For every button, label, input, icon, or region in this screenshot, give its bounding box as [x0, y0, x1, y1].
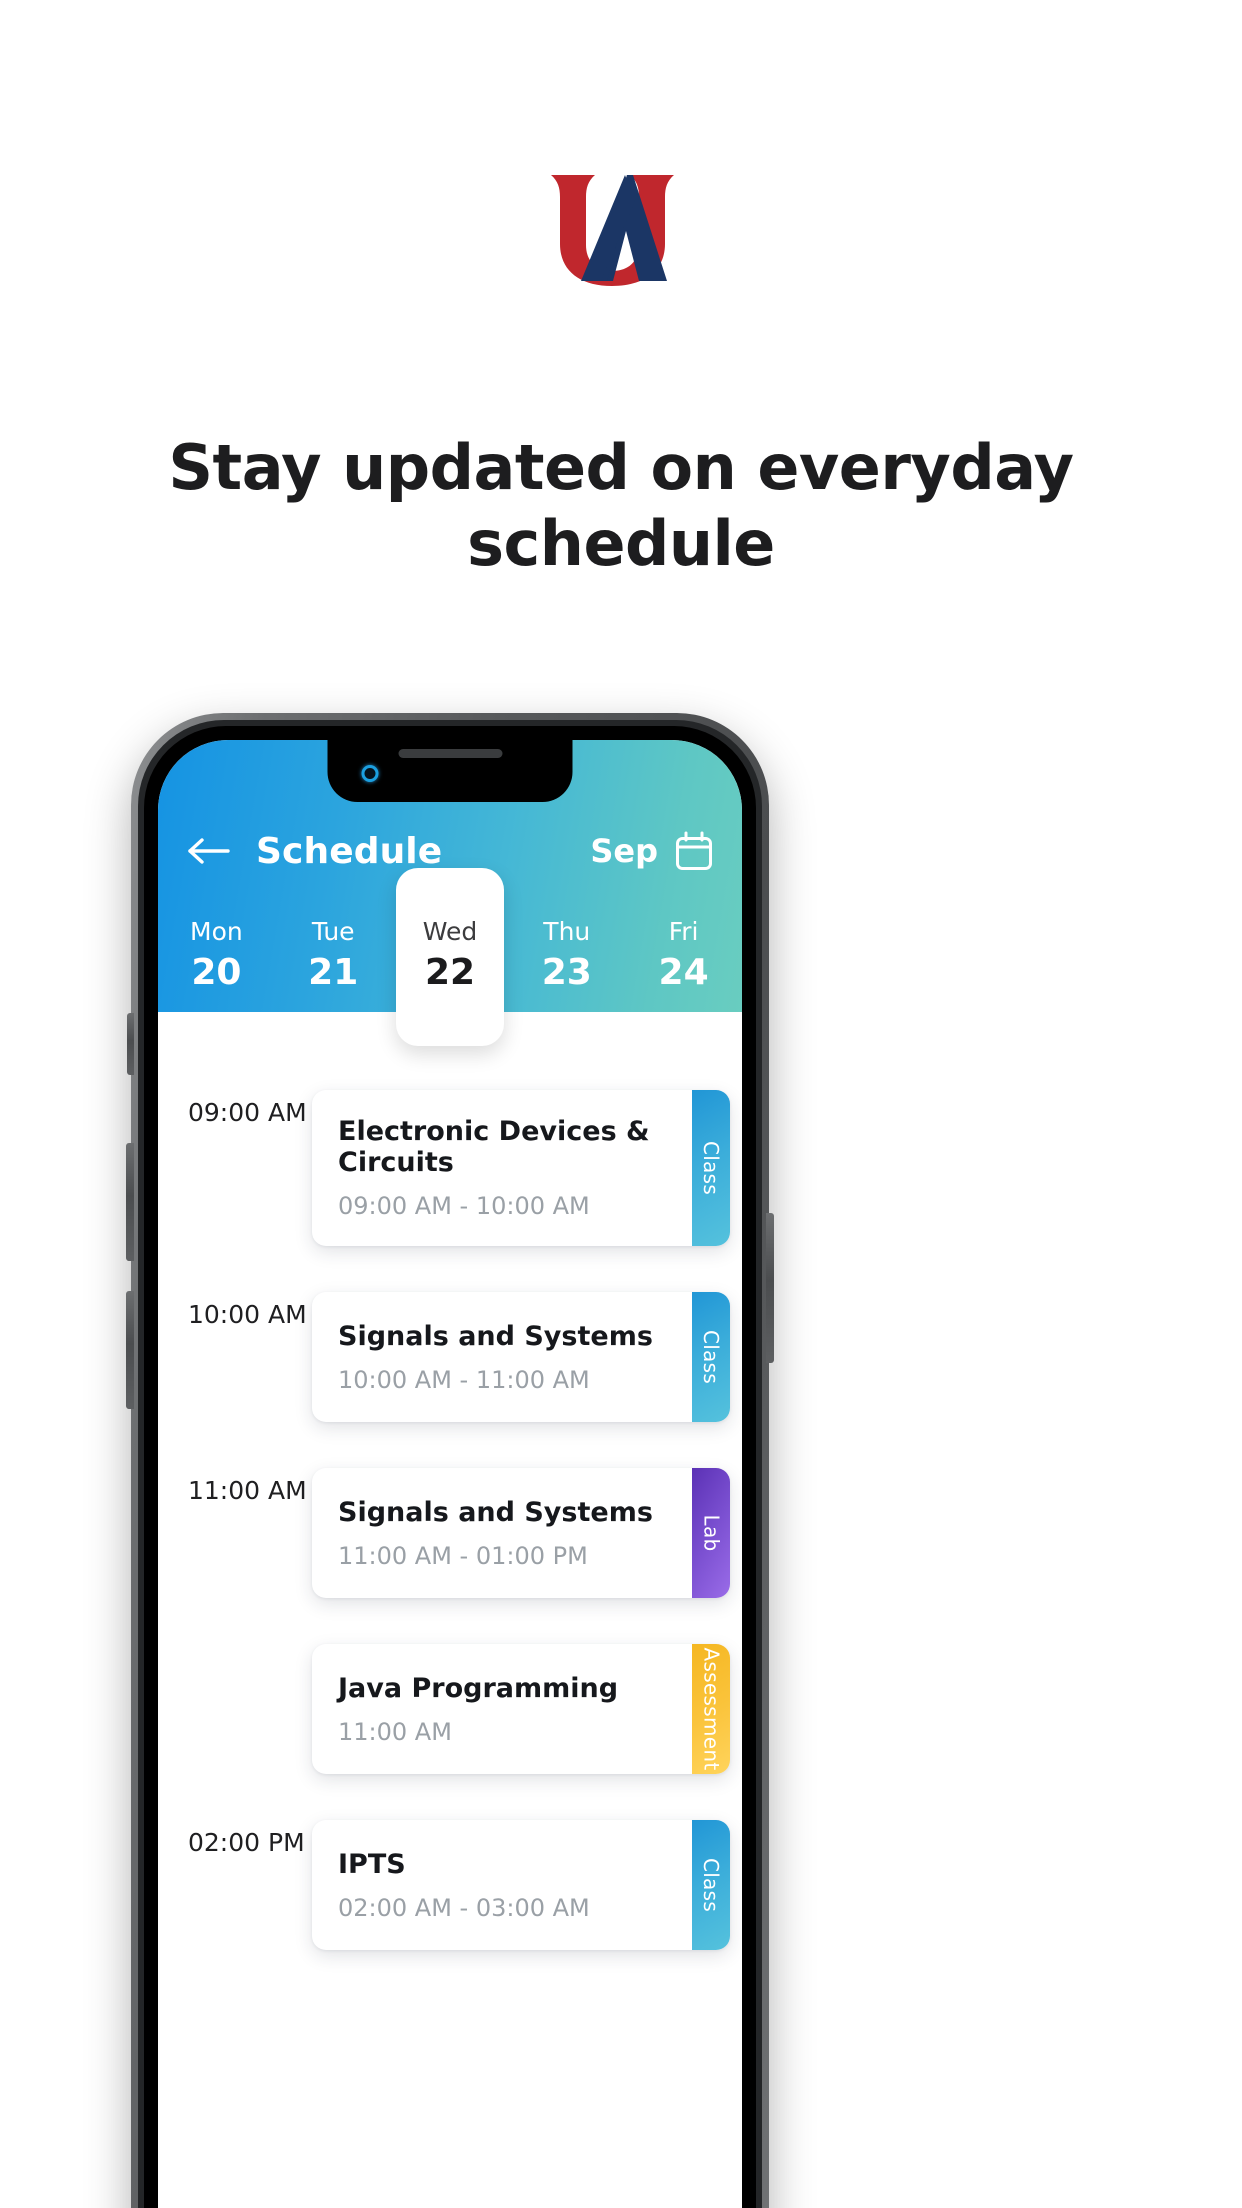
day-number: 20	[191, 952, 242, 993]
card-subtitle: 10:00 AM - 11:00 AM	[338, 1365, 590, 1394]
arrow-left-icon	[188, 838, 230, 864]
month-label[interactable]: Sep	[590, 832, 658, 870]
schedule-card[interactable]: IPTS 02:00 AM - 03:00 AM Class	[312, 1820, 730, 1951]
day-name: Mon	[190, 917, 243, 946]
row-time-label: 10:00 AM	[188, 1300, 307, 1330]
schedule-card[interactable]: Java Programming 11:00 AM Assessment	[312, 1644, 730, 1775]
page-title: Stay updated on everyday schedule	[168, 431, 1074, 580]
schedule-card[interactable]: Signals and Systems 10:00 AM - 11:00 AM …	[312, 1292, 730, 1423]
card-title: IPTS	[338, 1848, 406, 1880]
day-name: Fri	[668, 917, 699, 946]
card-tag-lab: Lab	[692, 1468, 730, 1599]
card-subtitle: 02:00 AM - 03:00 AM	[338, 1893, 590, 1922]
power-button[interactable]	[766, 1213, 774, 1363]
card-title: Signals and Systems	[338, 1496, 653, 1528]
schedule-row: 02:00 PM IPTS 02:00 AM - 03:00 AM Class	[158, 1820, 742, 1951]
day-cell-mon[interactable]: Mon 20	[158, 898, 275, 1012]
schedule-card[interactable]: Signals and Systems 11:00 AM - 01:00 PM …	[312, 1468, 730, 1599]
row-time-label	[188, 1644, 312, 1652]
day-cell-wed-selected[interactable]: Wed 22	[392, 868, 509, 1046]
day-number: 22	[424, 952, 476, 993]
card-subtitle: 11:00 AM	[338, 1717, 452, 1746]
phone-screen: Schedule Sep Mon 20 Tue 21 Wed 22 Thu 23…	[158, 740, 742, 2208]
volume-up-button[interactable]	[126, 1143, 134, 1261]
card-tag-label: Class	[699, 1330, 723, 1385]
row-time-label: 11:00 AM	[188, 1476, 307, 1506]
promo-screen: Stay updated on everyday schedule Schedu…	[0, 0, 1242, 2208]
card-title: Java Programming	[338, 1672, 619, 1704]
day-number: 23	[541, 952, 592, 993]
card-tag-class: Class	[692, 1820, 730, 1951]
day-name: Thu	[543, 917, 591, 946]
schedule-row: 09:00 AM Electronic Devices & Circuits 0…	[158, 1090, 742, 1247]
calendar-icon[interactable]	[674, 830, 714, 872]
front-camera-icon	[361, 765, 379, 782]
schedule-list: 09:00 AM Electronic Devices & Circuits 0…	[158, 1012, 742, 1951]
brand-logo	[0, 168, 1242, 288]
card-title: Signals and Systems	[338, 1320, 653, 1352]
day-cell-thu[interactable]: Thu 23	[508, 898, 625, 1012]
card-subtitle: 11:00 AM - 01:00 PM	[338, 1541, 588, 1570]
card-tag-label: Lab	[699, 1514, 723, 1552]
day-number: 24	[658, 952, 709, 993]
card-tag-class: Class	[692, 1292, 730, 1423]
card-tag-class: Class	[692, 1090, 730, 1247]
card-tag-assessment: Assessment	[692, 1644, 730, 1775]
earpiece-speaker-icon	[398, 749, 502, 758]
volume-down-button[interactable]	[126, 1291, 134, 1409]
row-time-label: 02:00 PM	[188, 1828, 305, 1858]
row-time-label: 09:00 AM	[188, 1098, 307, 1127]
day-number: 21	[308, 952, 359, 993]
schedule-row: Java Programming 11:00 AM Assessment	[158, 1644, 742, 1775]
back-button[interactable]	[186, 828, 232, 874]
screen-title: Schedule	[256, 830, 443, 872]
day-cell-tue[interactable]: Tue 21	[275, 898, 392, 1012]
day-name: Wed	[422, 917, 478, 946]
mute-switch-button[interactable]	[127, 1013, 134, 1075]
day-cell-fri[interactable]: Fri 24	[625, 898, 742, 1012]
day-name: Tue	[311, 917, 355, 946]
header-actions: Sep	[590, 830, 714, 872]
card-title: Electronic Devices & Circuits	[338, 1116, 650, 1179]
card-tag-label: Assessment	[699, 1647, 724, 1771]
day-selector[interactable]: Mon 20 Tue 21 Wed 22 Thu 23 Fri 24	[158, 868, 742, 1046]
card-tag-label: Class	[699, 1140, 723, 1196]
schedule-row: 11:00 AM Signals and Systems 11:00 AM - …	[158, 1468, 742, 1599]
schedule-card[interactable]: Electronic Devices & Circuits 09:00 AM -…	[312, 1090, 730, 1247]
card-tag-label: Class	[699, 1858, 723, 1913]
card-subtitle: 09:00 AM - 10:00 AM	[338, 1192, 590, 1221]
university-logo-icon	[551, 175, 674, 286]
phone-mockup: Schedule Sep Mon 20 Tue 21 Wed 22 Thu 23…	[126, 713, 774, 2208]
schedule-row: 10:00 AM Signals and Systems 10:00 AM - …	[158, 1292, 742, 1423]
phone-notch	[327, 740, 573, 802]
